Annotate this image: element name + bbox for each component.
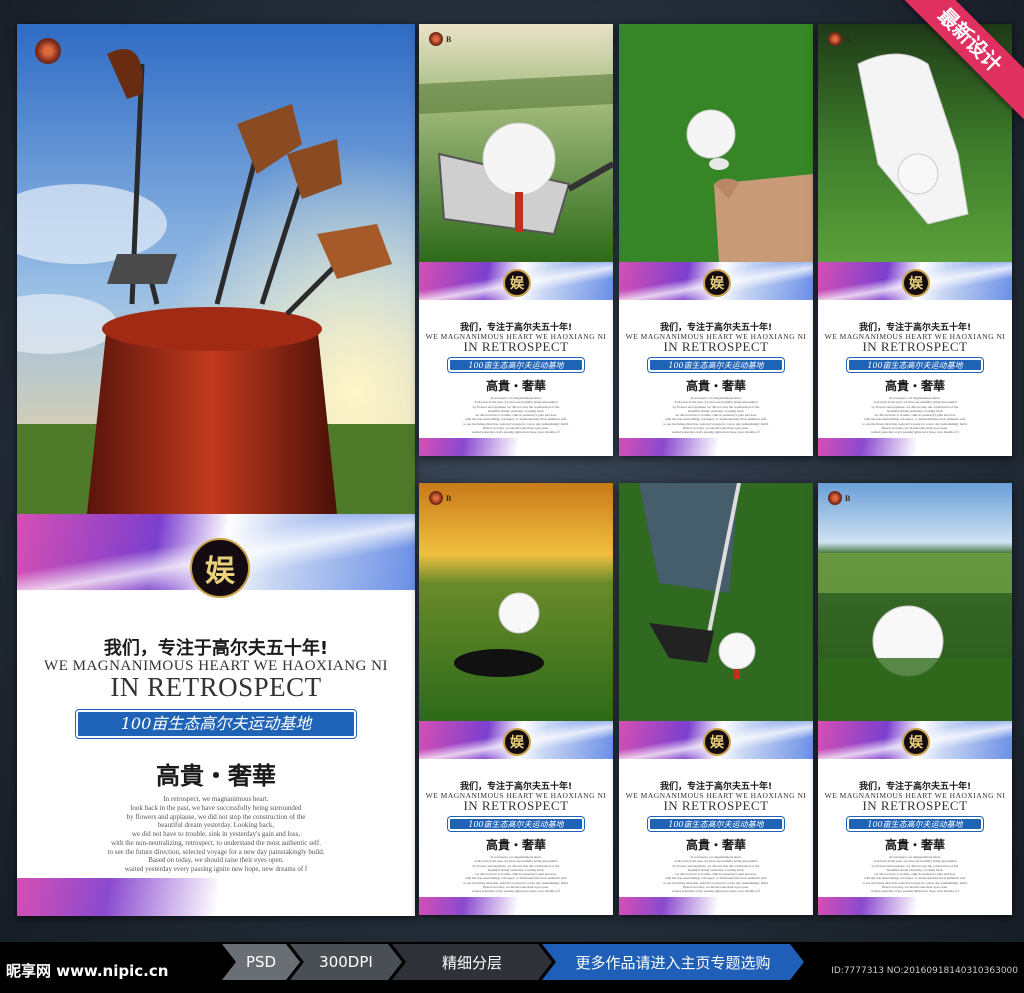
body-line: waited yesterday every passing ignite ne… (870, 430, 960, 434)
headline-cn: 我们，专注于高尔夫五十年! (103, 638, 329, 659)
body-text: In retrospect, we magnanimous heart. look… (619, 855, 813, 893)
body-line: In retrospect, we magnanimous heart. (163, 795, 269, 803)
tagline-cn: 高貴・奢華 (884, 379, 945, 393)
body-line: waited yesterday every passing ignite ne… (870, 889, 960, 893)
body-line: look back in the past, we have successfu… (130, 803, 302, 812)
brand-logo: B (429, 32, 451, 46)
tagline-cn: 高貴・奢華 (156, 762, 276, 790)
body-line: by flowers and applause, we did not stop… (126, 812, 306, 821)
new-design-ribbon: 最新设计 (886, 0, 1024, 124)
ribbon-wrap: 100亩生态高尔夫运动基地 (619, 816, 813, 832)
body-line: beautiful dream yesterday. Looking back, (157, 821, 275, 830)
poster-field: 娱 我们，专注于高尔夫五十年! WE MAGNANIMOUS HEART WE … (818, 483, 1012, 915)
entertainment-badge: 娱 (190, 538, 250, 598)
tagline-cn: 高貴・奢華 (685, 379, 746, 393)
entertainment-badge: 娱 (503, 728, 531, 756)
bottom-color-band (619, 897, 717, 915)
body-line: waited yesterday every passing ignite ne… (471, 430, 561, 434)
ribbon-wrap: 100亩生态高尔夫运动基地 (419, 357, 613, 373)
brand-logo: B (828, 32, 850, 46)
body-text: In retrospect, we magnanimous heart. look… (818, 855, 1012, 893)
headline-en-2: IN RETROSPECT (862, 339, 968, 354)
logo-letter: B (845, 493, 851, 503)
tagline-cn: 高貴・奢華 (485, 379, 546, 393)
body-line: waited yesterday every passing ignite ne… (124, 865, 308, 873)
body-line: waited yesterday every passing ignite ne… (671, 430, 761, 434)
layers-chip: 精细分层 (392, 944, 552, 980)
headline-en-2: IN RETROSPECT (463, 339, 569, 354)
poster-hole: 娱 我们，专注于高尔夫五十年! WE MAGNANIMOUS HEART WE … (419, 483, 613, 915)
bottom-color-band (619, 438, 717, 456)
ball-hole-photo (419, 483, 613, 721)
bottom-color-band (818, 438, 916, 456)
entertainment-badge: 娱 (703, 728, 731, 756)
entertainment-badge: 娱 (902, 728, 930, 756)
body-text: In retrospect, we magnanimous heart. look… (619, 396, 813, 434)
ribbon-wrap: 100亩生态高尔夫运动基地 (17, 709, 415, 739)
headline-en-2: IN RETROSPECT (110, 672, 322, 702)
ribbon-wrap: 100亩生态高尔夫运动基地 (818, 357, 1012, 373)
headline-en-2: IN RETROSPECT (463, 798, 569, 813)
brand-logo: B (828, 491, 850, 505)
ribbon-wrap: 100亩生态高尔夫运动基地 (818, 816, 1012, 832)
iron-ball-photo (619, 483, 813, 721)
ribbon-wrap: 100亩生态高尔夫运动基地 (619, 357, 813, 373)
logo-letter: B (845, 34, 851, 44)
body-text: In retrospect, we magnanimous heart. look… (419, 855, 613, 893)
logo-letter: B (446, 34, 452, 44)
entertainment-badge: 娱 (902, 269, 930, 297)
entertainment-badge: 娱 (503, 269, 531, 297)
image-id: ID:7777313 NO:20160918140310363000 (831, 966, 1018, 976)
body-line: waited yesterday every passing ignite ne… (471, 889, 561, 893)
ribbon-banner: 100亩生态高尔夫运动基地 (447, 816, 585, 832)
body-line: we did not have to trouble, sink in yest… (131, 830, 301, 838)
site-watermark: 昵享网 www.nipic.cn (6, 962, 169, 980)
ribbon-banner: 100亩生态高尔夫运动基地 (846, 357, 984, 373)
corner-ribbon-area: 最新设计 (884, 0, 1024, 140)
body-line: Based on today, we should raise their ey… (148, 856, 284, 865)
headline-en-2: IN RETROSPECT (862, 798, 968, 813)
dpi-chip: 300DPI (290, 944, 402, 980)
more-works-link[interactable]: 更多作品请进入主页专题选购 (542, 944, 804, 980)
ribbon-banner: 100亩生态高尔夫运动基地 (647, 816, 785, 832)
golf-bag-photo (17, 24, 415, 514)
logo-letter: B (446, 493, 452, 503)
ball-grass-photo (818, 483, 1012, 721)
driver-ball-photo (419, 24, 613, 262)
headline-en-2: IN RETROSPECT (663, 339, 769, 354)
hand-ball-photo (619, 24, 813, 262)
entertainment-badge: 娱 (703, 269, 731, 297)
ribbon-banner: 100亩生态高尔夫运动基地 (647, 357, 785, 373)
headline-en-2: IN RETROSPECT (663, 798, 769, 813)
ribbon-banner: 100亩生态高尔夫运动基地 (447, 357, 585, 373)
ribbon-banner: 100亩生态高尔夫运动基地 (75, 709, 357, 739)
ribbon-wrap: 100亩生态高尔夫运动基地 (419, 816, 613, 832)
bottom-color-band (17, 878, 217, 916)
tagline-cn: 高貴・奢華 (485, 838, 546, 852)
poster-tee-hand: 娱 我们，专注于高尔夫五十年! WE MAGNANIMOUS HEART WE … (619, 24, 813, 456)
poster-main: 娱 我们，专注于高尔夫五十年! WE MAGNANIMOUS HEART WE … (17, 24, 415, 916)
body-line: with the non-neutralizing, retrospect, t… (111, 838, 321, 847)
bottom-color-band (818, 897, 916, 915)
poster-iron: 娱 我们，专注于高尔夫五十年! WE MAGNANIMOUS HEART WE … (619, 483, 813, 915)
body-text: In retrospect, we magnanimous heart. look… (419, 396, 613, 434)
body-text: In retrospect, we magnanimous heart. look… (818, 396, 1012, 434)
body-text: In retrospect, we magnanimous heart. loo… (17, 795, 415, 874)
body-line: waited yesterday every passing ignite ne… (671, 889, 761, 893)
bottom-color-band (419, 897, 517, 915)
bottom-color-band (419, 438, 517, 456)
tagline-cn: 高貴・奢華 (884, 838, 945, 852)
body-line: to see the future direction, selected vo… (107, 847, 325, 856)
ribbon-banner: 100亩生态高尔夫运动基地 (846, 816, 984, 832)
brand-logo (35, 38, 61, 64)
poster-tee-driver: 娱 我们，专注于高尔夫五十年! WE MAGNANIMOUS HEART WE … (419, 24, 613, 456)
brand-logo: B (429, 491, 451, 505)
tagline-cn: 高貴・奢華 (685, 838, 746, 852)
